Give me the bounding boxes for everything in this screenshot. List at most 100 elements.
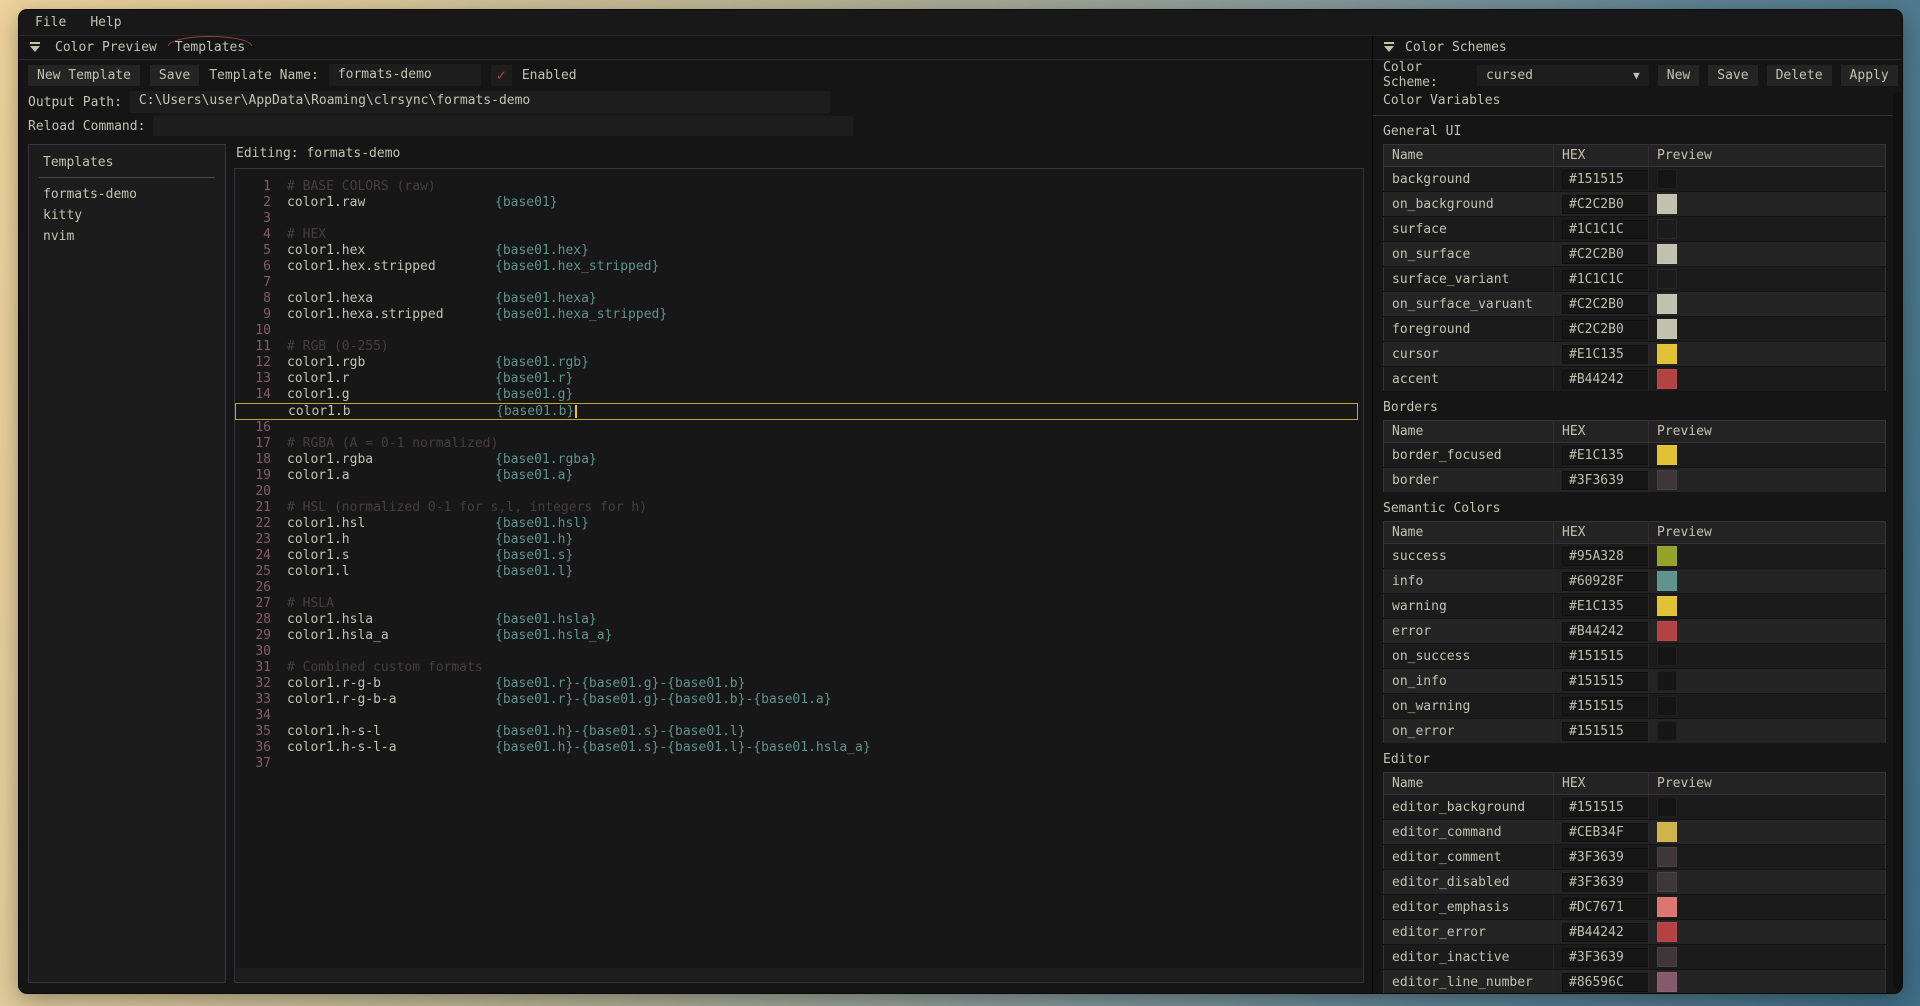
hex-value-input[interactable]: #E1C135 — [1562, 345, 1650, 364]
code-line-37[interactable]: 37 — [235, 756, 1363, 772]
hex-value-input[interactable]: #C2C2B0 — [1562, 245, 1650, 264]
horizontal-scrollbar[interactable] — [236, 968, 1362, 981]
template-list-item-kitty[interactable]: kitty — [29, 205, 225, 226]
code-line-2[interactable]: 2color1.raw{base01} — [235, 195, 1363, 211]
color-swatch[interactable] — [1657, 646, 1677, 666]
hex-value-input[interactable]: #151515 — [1562, 697, 1650, 716]
color-swatch[interactable] — [1657, 244, 1677, 264]
hex-value-input[interactable]: #151515 — [1562, 722, 1650, 741]
code-line-7[interactable]: 7 — [235, 275, 1363, 291]
color-scheme-select[interactable]: cursed ▼ — [1477, 65, 1649, 86]
hex-value-input[interactable]: #E1C135 — [1562, 446, 1650, 465]
code-line-31[interactable]: 31# Combined custom formats — [235, 660, 1363, 676]
hex-value-input[interactable]: #151515 — [1562, 170, 1650, 189]
code-line-34[interactable]: 34 — [235, 708, 1363, 724]
code-line-26[interactable]: 26 — [235, 580, 1363, 596]
code-line-5[interactable]: 5color1.hex{base01.hex} — [235, 243, 1363, 259]
scheme-save-button[interactable]: Save — [1708, 65, 1757, 86]
menu-item-help[interactable]: Help — [90, 15, 121, 30]
color-swatch[interactable] — [1657, 972, 1677, 992]
hex-value-input[interactable]: #E1C135 — [1562, 597, 1650, 616]
color-swatch[interactable] — [1657, 847, 1677, 867]
save-template-button[interactable]: Save — [150, 65, 199, 86]
hex-value-input[interactable]: #DC7671 — [1562, 898, 1650, 917]
hex-value-input[interactable]: #CEB34F — [1562, 823, 1650, 842]
code-line-6[interactable]: 6color1.hex.stripped{base01.hex_stripped… — [235, 259, 1363, 275]
color-swatch[interactable] — [1657, 671, 1677, 691]
code-line-8[interactable]: 8color1.hexa{base01.hexa} — [235, 291, 1363, 307]
color-swatch[interactable] — [1657, 344, 1677, 364]
color-swatch[interactable] — [1657, 797, 1677, 817]
code-line-10[interactable]: 10 — [235, 323, 1363, 339]
code-line-11[interactable]: 11# RGB (0-255) — [235, 339, 1363, 355]
code-line-19[interactable]: 19color1.a{base01.a} — [235, 468, 1363, 484]
hex-value-input[interactable]: #151515 — [1562, 798, 1650, 817]
new-template-button[interactable]: New Template — [28, 65, 140, 86]
template-code-editor[interactable]: 1# BASE COLORS (raw)2color1.raw{base01}3… — [234, 168, 1364, 983]
code-line-23[interactable]: 23color1.h{base01.h} — [235, 532, 1363, 548]
code-line-29[interactable]: 29color1.hsla_a{base01.hsla_a} — [235, 628, 1363, 644]
code-line-12[interactable]: 12color1.rgb{base01.rgb} — [235, 355, 1363, 371]
code-line-16[interactable]: 16 — [235, 420, 1363, 436]
color-swatch[interactable] — [1657, 922, 1677, 942]
code-line-3[interactable]: 3 — [235, 211, 1363, 227]
color-swatch[interactable] — [1657, 571, 1677, 591]
color-swatch[interactable] — [1657, 721, 1677, 741]
hex-value-input[interactable]: #B44242 — [1562, 622, 1650, 641]
color-swatch[interactable] — [1657, 269, 1677, 289]
hex-value-input[interactable]: #151515 — [1562, 647, 1650, 666]
hex-value-input[interactable]: #3F3639 — [1562, 848, 1650, 867]
color-swatch[interactable] — [1657, 470, 1677, 490]
hex-value-input[interactable]: #1C1C1C — [1562, 220, 1650, 239]
color-swatch[interactable] — [1657, 947, 1677, 967]
hex-value-input[interactable]: #C2C2B0 — [1562, 320, 1650, 339]
code-line-30[interactable]: 30 — [235, 644, 1363, 660]
scheme-apply-button[interactable]: Apply — [1841, 65, 1898, 86]
code-line-22[interactable]: 22color1.hsl{base01.hsl} — [235, 516, 1363, 532]
scheme-delete-button[interactable]: Delete — [1767, 65, 1832, 86]
code-line-1[interactable]: 1# BASE COLORS (raw) — [235, 179, 1363, 195]
color-swatch[interactable] — [1657, 319, 1677, 339]
color-swatch[interactable] — [1657, 621, 1677, 641]
enabled-checkbox[interactable]: ✓ — [491, 65, 512, 86]
hex-value-input[interactable]: #3F3639 — [1562, 873, 1650, 892]
template-name-input[interactable]: formats-demo — [329, 64, 481, 86]
code-line-15[interactable]: color1.b{base01.b} — [235, 403, 1358, 420]
code-line-27[interactable]: 27# HSLA — [235, 596, 1363, 612]
color-swatch[interactable] — [1657, 294, 1677, 314]
code-line-14[interactable]: 14color1.g{base01.g} — [235, 387, 1363, 403]
tab-color-preview[interactable]: Color Preview — [51, 40, 161, 55]
output-path-input[interactable]: C:\Users\user\AppData\Roaming\clrsync\fo… — [130, 91, 830, 113]
hex-value-input[interactable]: #95A328 — [1562, 547, 1650, 566]
color-swatch[interactable] — [1657, 696, 1677, 716]
code-line-21[interactable]: 21# HSL (normalized 0-1 for s,l, integer… — [235, 500, 1363, 516]
hex-value-input[interactable]: #B44242 — [1562, 370, 1650, 389]
scheme-new-button[interactable]: New — [1658, 65, 1699, 86]
code-line-28[interactable]: 28color1.hsla{base01.hsla} — [235, 612, 1363, 628]
code-line-24[interactable]: 24color1.s{base01.s} — [235, 548, 1363, 564]
code-line-33[interactable]: 33color1.r-g-b-a{base01.r}-{base01.g}-{b… — [235, 692, 1363, 708]
code-line-32[interactable]: 32color1.r-g-b{base01.r}-{base01.g}-{bas… — [235, 676, 1363, 692]
hex-value-input[interactable]: #C2C2B0 — [1562, 195, 1650, 214]
collapse-icon[interactable] — [1383, 42, 1395, 53]
code-line-20[interactable]: 20 — [235, 484, 1363, 500]
color-swatch[interactable] — [1657, 596, 1677, 616]
hex-value-input[interactable]: #60928F — [1562, 572, 1650, 591]
color-swatch[interactable] — [1657, 445, 1677, 465]
code-line-13[interactable]: 13color1.r{base01.r} — [235, 371, 1363, 387]
vertical-scrollbar[interactable] — [1893, 92, 1902, 989]
code-line-35[interactable]: 35color1.h-s-l{base01.h}-{base01.s}-{bas… — [235, 724, 1363, 740]
reload-command-input[interactable] — [153, 116, 853, 136]
hex-value-input[interactable]: #151515 — [1562, 672, 1650, 691]
collapse-icon[interactable] — [29, 42, 41, 53]
color-swatch[interactable] — [1657, 219, 1677, 239]
color-swatch[interactable] — [1657, 194, 1677, 214]
tab-templates[interactable]: Templates — [171, 40, 249, 55]
color-swatch[interactable] — [1657, 546, 1677, 566]
code-line-17[interactable]: 17# RGBA (A = 0-1 normalized) — [235, 436, 1363, 452]
code-line-36[interactable]: 36color1.h-s-l-a{base01.h}-{base01.s}-{b… — [235, 740, 1363, 756]
code-line-25[interactable]: 25color1.l{base01.l} — [235, 564, 1363, 580]
hex-value-input[interactable]: #1C1C1C — [1562, 270, 1650, 289]
color-swatch[interactable] — [1657, 897, 1677, 917]
menu-item-file[interactable]: File — [35, 15, 66, 30]
